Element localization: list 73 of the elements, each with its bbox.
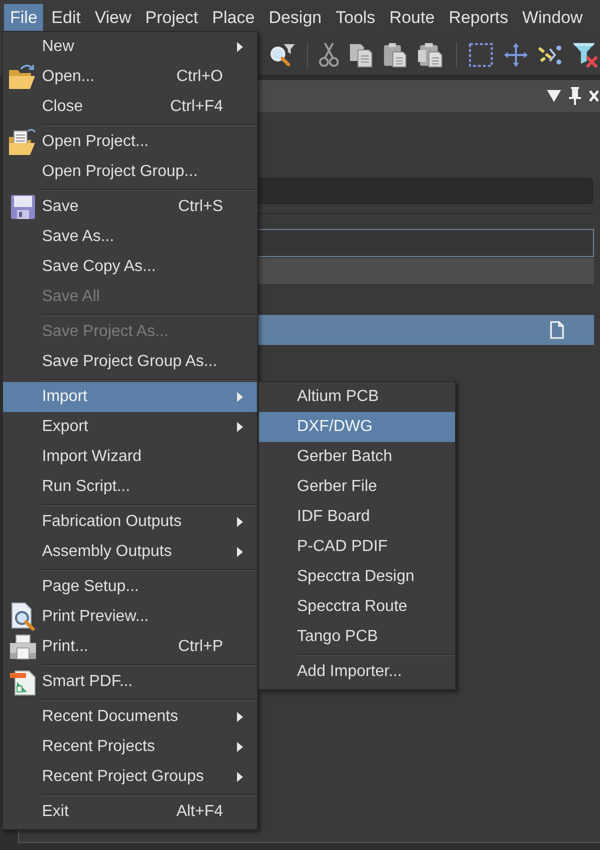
menu-item[interactable]: Altium PCB: [259, 382, 455, 412]
menu-item[interactable]: New: [3, 32, 257, 62]
menu-item[interactable]: Save Ctrl+S: [3, 192, 257, 222]
menu-bar-item[interactable]: Reports: [442, 4, 514, 32]
menu-item[interactable]: Tango PCB: [259, 622, 455, 652]
menu-item[interactable]: Recent Projects: [3, 732, 257, 762]
keyboard-shortcut: Ctrl+F4: [170, 97, 223, 117]
paste-icon[interactable]: [382, 42, 408, 68]
pin-icon[interactable]: [569, 87, 581, 105]
search-filter-icon[interactable]: [268, 42, 296, 68]
menu-item[interactable]: DXF/DWG: [259, 412, 455, 442]
dropdown-icon[interactable]: [547, 90, 561, 102]
folder-document-icon: [8, 128, 38, 156]
paste-icon[interactable]: [417, 42, 445, 68]
menu-bar-item[interactable]: Place: [206, 4, 261, 32]
menu-item[interactable]: Assembly Outputs: [3, 537, 257, 567]
menu-item[interactable]: Gerber Batch: [259, 442, 455, 472]
menu-item[interactable]: Recent Documents: [3, 702, 257, 732]
submenu-arrow-icon: [237, 392, 243, 402]
menu-item[interactable]: Save Project Group As...: [3, 347, 257, 377]
document-icon: [550, 321, 564, 339]
keyboard-shortcut: Ctrl+P: [178, 637, 223, 657]
scissors-icon[interactable]: [318, 42, 339, 68]
keyboard-shortcut: Ctrl+O: [176, 67, 223, 87]
menu-item[interactable]: Run Script...: [3, 472, 257, 502]
menu-item[interactable]: Close Ctrl+F4: [3, 92, 257, 122]
submenu-arrow-icon: [237, 422, 243, 432]
keyboard-shortcut: Alt+F4: [176, 802, 223, 822]
menu-item[interactable]: Save Copy As...: [3, 252, 257, 282]
menu-item[interactable]: P-CAD PDIF: [259, 532, 455, 562]
menu-item[interactable]: Recent Project Groups: [3, 762, 257, 792]
menu-item[interactable]: Open Project...: [3, 127, 257, 157]
menu-bar-item[interactable]: File: [4, 4, 44, 32]
menu-item[interactable]: Open Project Group...: [3, 157, 257, 187]
menu-item[interactable]: Specctra Design: [259, 562, 455, 592]
menu-bar-item[interactable]: Design: [262, 4, 328, 32]
printer-icon: [8, 634, 38, 660]
menu-item[interactable]: Gerber File: [259, 472, 455, 502]
filter-clear-icon[interactable]: [572, 41, 600, 69]
menu-item[interactable]: Print Preview...: [3, 602, 257, 632]
menu-bar-item[interactable]: Tools: [330, 4, 382, 32]
menu-bar-item[interactable]: Window: [516, 4, 589, 32]
submenu-arrow-icon: [237, 547, 243, 557]
submenu-arrow-icon: [237, 712, 243, 722]
submenu-arrow-icon: [237, 742, 243, 752]
menu-item[interactable]: Page Setup...: [3, 572, 257, 602]
menu-item[interactable]: Exit Alt+F4: [3, 797, 257, 827]
menu-item[interactable]: Import: [3, 382, 257, 412]
menu-item[interactable]: Add Importer...: [259, 657, 455, 687]
menu-bar-item[interactable]: Edit: [45, 4, 87, 32]
dashed-rectangle-icon[interactable]: [468, 42, 494, 68]
menu-bar-item[interactable]: Project: [139, 4, 204, 32]
menu-item[interactable]: Open... Ctrl+O: [3, 62, 257, 92]
menu-item[interactable]: Print... Ctrl+P: [3, 632, 257, 662]
menu-item[interactable]: Export: [3, 412, 257, 442]
folder-open-icon: [8, 63, 38, 91]
document-icon: [8, 668, 36, 696]
print-preview-icon: [8, 602, 36, 632]
move-icon[interactable]: [502, 42, 528, 68]
submenu-arrow-icon: [237, 42, 243, 52]
close-icon[interactable]: [589, 90, 599, 102]
submenu-arrow-icon: [237, 517, 243, 527]
menu-item[interactable]: IDF Board: [259, 502, 455, 532]
keyboard-shortcut: Ctrl+S: [178, 197, 223, 217]
menu-item[interactable]: Smart PDF...: [3, 667, 257, 697]
menu-bar-item[interactable]: View: [88, 4, 138, 32]
menu-item[interactable]: Save As...: [3, 222, 257, 252]
menu-bar-item[interactable]: Route: [383, 4, 441, 32]
menu-item[interactable]: Import Wizard: [3, 442, 257, 472]
menu-item[interactable]: Fabrication Outputs: [3, 507, 257, 537]
submenu-arrow-icon: [237, 772, 243, 782]
copy-icon[interactable]: [348, 42, 374, 68]
menu-item[interactable]: Specctra Route: [259, 592, 455, 622]
